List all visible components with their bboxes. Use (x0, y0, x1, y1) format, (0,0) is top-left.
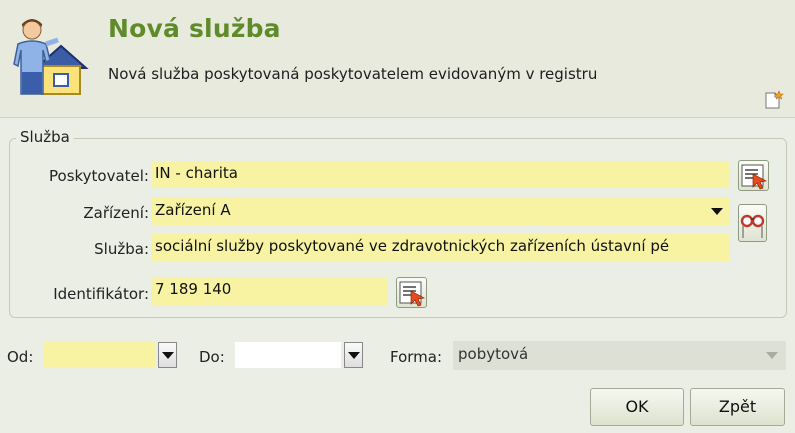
ok-button[interactable]: OK (590, 388, 684, 426)
forma-label: Forma: (390, 348, 443, 366)
do-date-dropdown[interactable] (344, 342, 363, 368)
select-list-icon (739, 164, 768, 194)
od-date-input[interactable] (44, 342, 156, 368)
service-field[interactable]: sociální služby poskytované ve zdravotni… (151, 234, 730, 261)
select-list-icon (397, 281, 426, 311)
select-provider-button[interactable] (738, 160, 769, 191)
forma-select[interactable]: pobytová (453, 341, 786, 370)
do-date-input[interactable] (235, 342, 341, 368)
dialog-title: Nová služba (108, 14, 281, 43)
od-date-dropdown[interactable] (158, 342, 177, 368)
group-legend: Služba (16, 128, 74, 146)
od-label: Od: (7, 348, 34, 366)
chevron-down-icon (348, 352, 360, 359)
provider-label: Poskytovatel: (49, 167, 149, 185)
identifier-field[interactable]: 7 189 140 (151, 277, 388, 306)
service-label: Služba: (94, 240, 149, 258)
dialog-subtitle: Nová služba poskytovaná poskytovatelem e… (108, 65, 598, 83)
facility-select[interactable]: Zařízení A (151, 198, 730, 225)
identifier-label: Identifikátor: (53, 285, 149, 303)
facility-label: Zařízení: (83, 204, 149, 222)
forma-value: pobytová (458, 345, 529, 363)
select-identifier-button[interactable] (396, 277, 427, 308)
chevron-down-icon (766, 352, 778, 359)
facility-value: Zařízení A (155, 201, 231, 219)
person-house-icon (10, 16, 94, 104)
back-button[interactable]: Zpět (690, 388, 785, 426)
do-label: Do: (199, 348, 225, 366)
chevron-down-icon (711, 208, 723, 215)
chevron-down-icon (162, 352, 174, 359)
search-facility-button[interactable] (738, 204, 767, 242)
provider-field[interactable]: IN - charita (151, 161, 730, 188)
new-document-icon[interactable] (764, 90, 784, 114)
binoculars-icon (739, 214, 766, 245)
